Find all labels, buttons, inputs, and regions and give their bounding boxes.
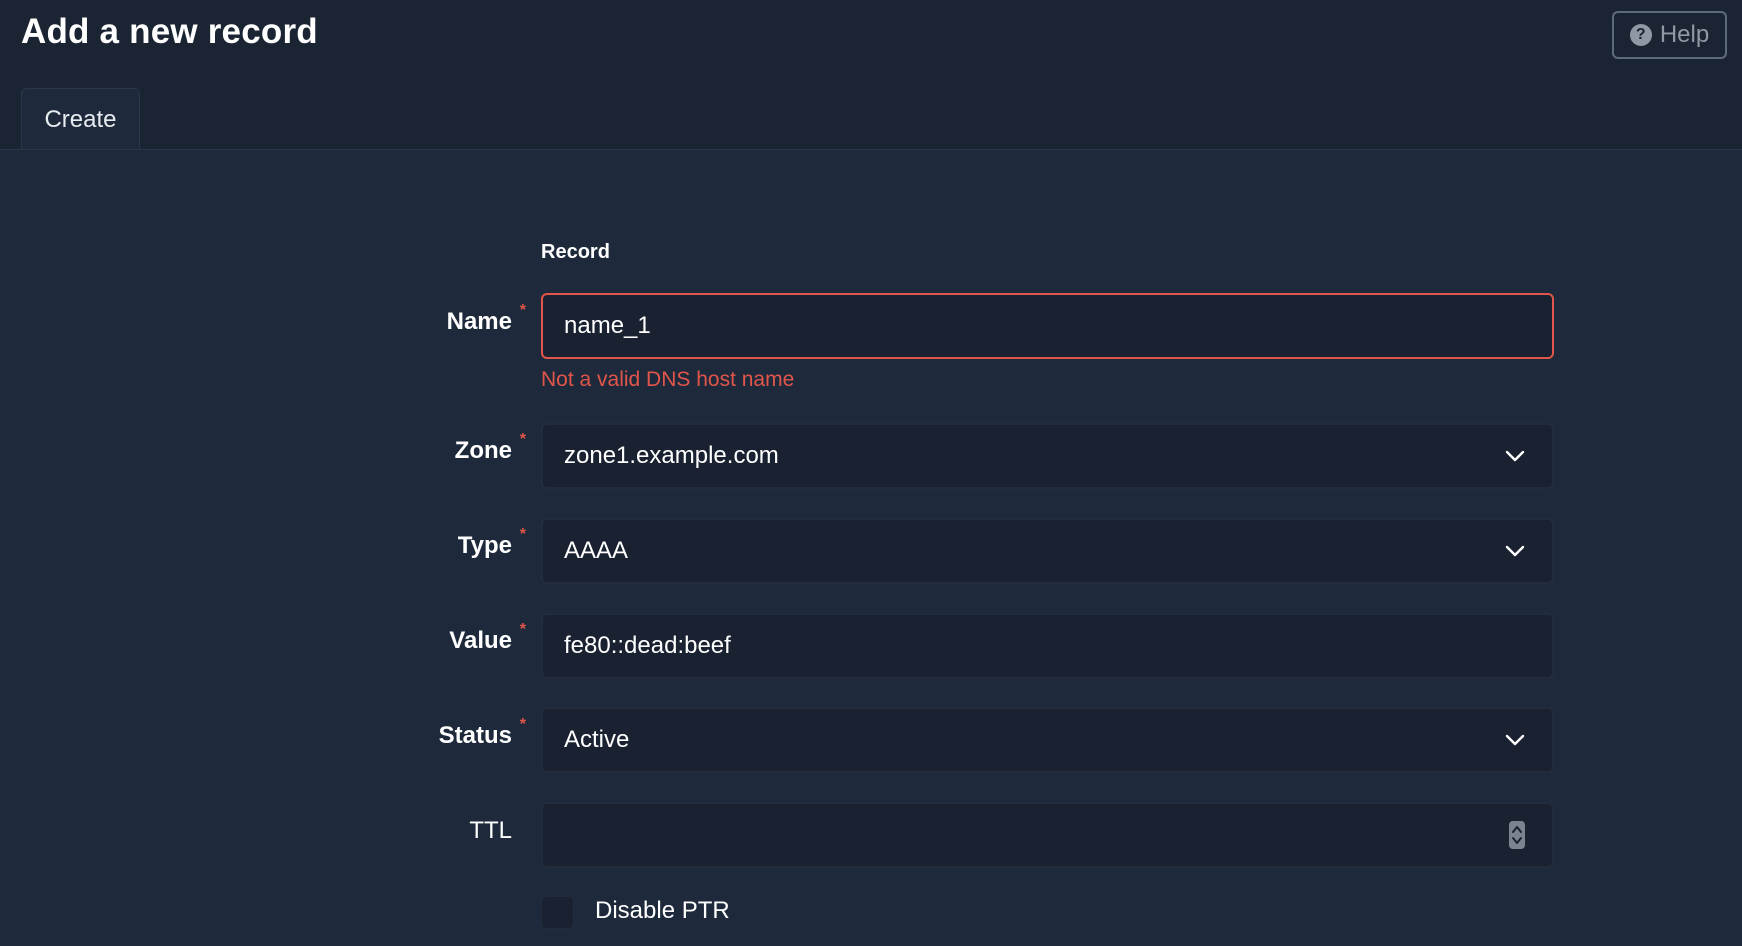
name-input[interactable] [564,312,1552,340]
zone-select-value: zone1.example.com [564,442,779,469]
page-title: Add a new record [21,12,318,51]
required-mark: * [519,526,526,543]
help-button-label: Help [1659,21,1710,48]
tab-create[interactable]: Create [21,88,140,150]
type-select[interactable]: AAAA [541,518,1554,584]
ttl-label: TTL [469,817,512,845]
value-input[interactable] [564,632,1552,660]
zone-label: Zone * [454,431,526,465]
chevron-down-icon [1505,734,1525,746]
zone-label-text: Zone [454,437,512,464]
status-label: Status * [438,716,526,750]
chevron-down-icon [1505,545,1525,557]
header-divider [0,149,1742,150]
name-input-wrapper [541,293,1554,359]
name-label: Name * [446,302,526,336]
page-header: Add a new record ? Help Create [0,0,1742,150]
status-label-text: Status [438,722,512,749]
name-label-text: Name [446,308,512,335]
type-label-text: Type [457,532,512,559]
name-error-message: Not a valid DNS host name [541,368,795,391]
question-circle-icon: ? [1629,24,1652,46]
ttl-label-text: TTL [469,817,512,844]
required-mark: * [519,716,526,733]
status-select-value: Active [564,726,630,753]
type-select-value: AAAA [564,537,629,564]
ttl-input[interactable] [564,821,1552,849]
number-stepper-icon[interactable] [1509,821,1525,849]
type-label: Type * [457,526,526,560]
status-select[interactable]: Active [541,707,1554,773]
help-button[interactable]: ? Help [1612,11,1727,59]
disable-ptr-label[interactable]: Disable PTR [595,897,730,925]
zone-select[interactable]: zone1.example.com [541,423,1554,489]
required-mark: * [519,621,526,638]
ttl-input-wrapper [541,802,1554,868]
section-title: Record [541,241,610,263]
chevron-down-icon [1505,450,1525,462]
disable-ptr-checkbox[interactable] [541,896,574,929]
required-mark: * [519,431,526,448]
value-label: Value * [449,621,526,655]
required-mark: * [519,302,526,319]
tab-create-label: Create [44,105,117,133]
value-input-wrapper [541,613,1554,679]
value-label-text: Value [449,627,512,654]
